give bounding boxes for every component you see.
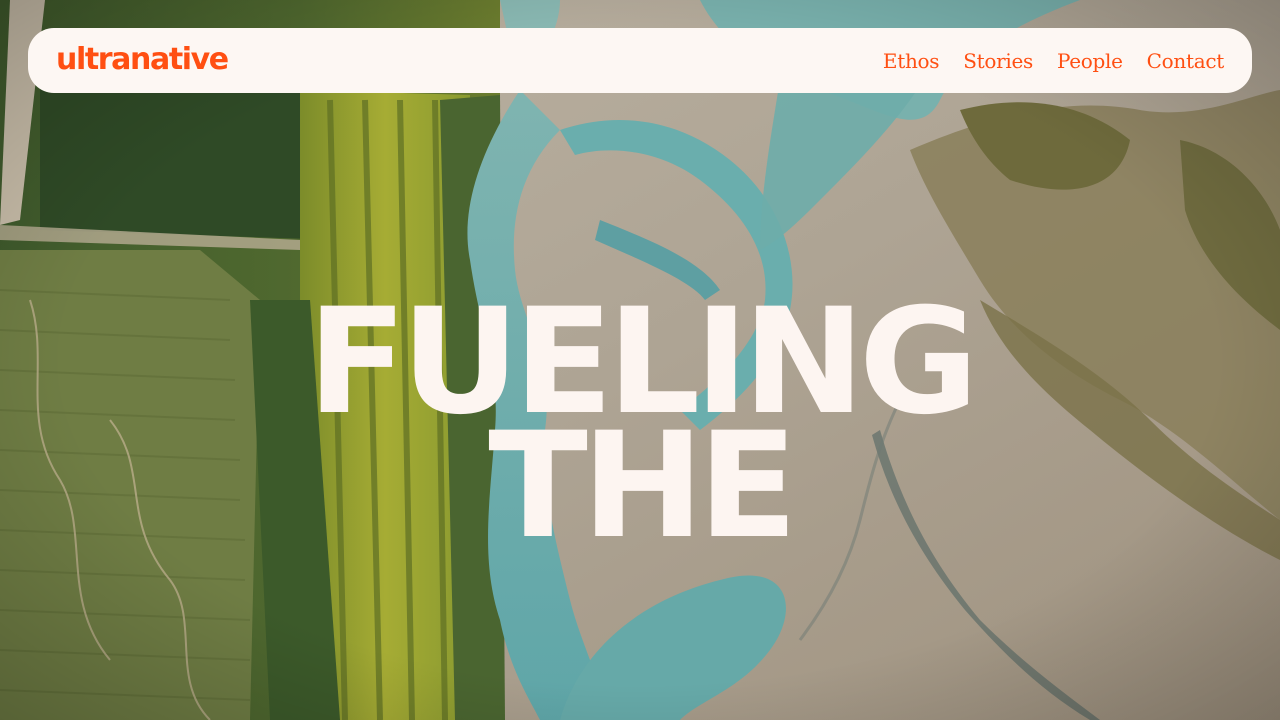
logo[interactable]: ultranative — [56, 42, 229, 77]
top-navbar: ultranative Ethos Stories People Contact — [28, 28, 1252, 93]
nav-link-people[interactable]: People — [1057, 49, 1123, 73]
nav-links: Ethos Stories People Contact — [883, 49, 1224, 73]
nav-link-stories[interactable]: Stories — [963, 49, 1033, 73]
nav-link-ethos[interactable]: Ethos — [883, 49, 940, 73]
nav-link-contact[interactable]: Contact — [1147, 49, 1225, 73]
hero-headline-line-2: THE — [488, 401, 798, 571]
hero-headline: FUELING THE — [0, 289, 1280, 571]
